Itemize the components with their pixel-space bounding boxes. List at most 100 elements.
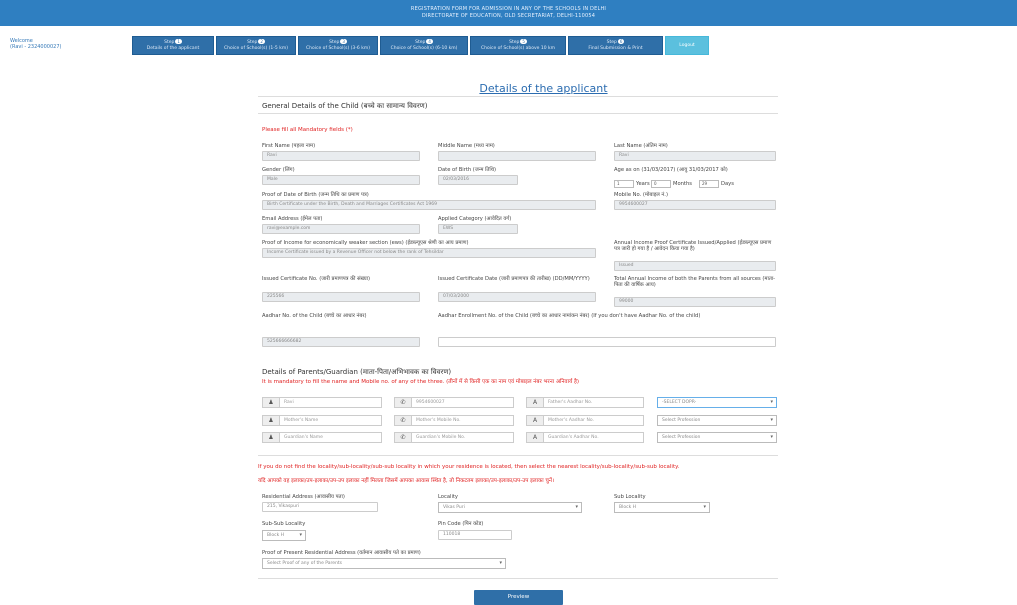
divider	[258, 96, 778, 97]
tab-step-6[interactable]: Step 6 Final Submission & Print	[568, 36, 663, 55]
mobile-field[interactable]: 9954600027	[614, 200, 776, 210]
guardian-mobile-input[interactable]: Guardian's Mobile No.	[412, 432, 514, 443]
pin-label: Pin Code (पिन कोड)	[438, 521, 484, 527]
step-label: Choice of School(s) (3-6 km)	[306, 46, 370, 51]
father-mobile-input[interactable]: 9954600027	[412, 397, 514, 408]
cert-date-label: Issued Certificate Date (जारी प्रमाणपत्र…	[438, 276, 590, 282]
header-subtitle: DIRECTORATE OF EDUCATION, OLD SECRETARIA…	[421, 13, 596, 19]
parents-note: It is mandatory to fill the name and Mob…	[262, 379, 580, 385]
step-label: Details of the applicant	[146, 46, 200, 51]
divider	[258, 578, 778, 579]
mother-aadhar-group: A Mother's Aadhar No.	[526, 415, 644, 426]
proof-address-select[interactable]: Select Proof of any of the Parents	[262, 558, 506, 569]
sub-sub-locality-label: Sub-Sub Locality	[262, 521, 306, 527]
category-field[interactable]: EWS	[438, 224, 518, 234]
father-aadhar-input[interactable]: Father's Aadhar No.	[544, 397, 644, 408]
mother-profession-select[interactable]: Select Profession	[657, 415, 777, 426]
father-profession-select[interactable]: -SELECT DOPR-	[657, 397, 777, 408]
pin-field[interactable]: 110018	[438, 530, 512, 540]
first-name-field[interactable]: Ravi	[262, 151, 420, 161]
cert-no-label: Issued Certificate No. (जारी प्रमाणपत्र …	[262, 276, 371, 282]
aadhar-icon: A	[526, 432, 544, 443]
tab-step-2[interactable]: Step 2 Choice of School(s) (1-5 km)	[216, 36, 296, 55]
tab-step-4[interactable]: Step 4 Choice of School(s) (6-10 km)	[380, 36, 468, 55]
aadhar-enroll-field[interactable]	[438, 337, 776, 347]
welcome-user: (Ravi - 2324000027)	[10, 44, 62, 50]
proof-dob-field[interactable]: Birth Certificate under the Birth, Death…	[262, 200, 596, 210]
step-label: Final Submission & Print	[588, 46, 643, 51]
general-heading: General Details of the Child (बच्चे का स…	[262, 102, 428, 110]
mother-name-group: ♟ Mother's Name	[262, 415, 382, 426]
preview-button[interactable]: Preview	[474, 590, 563, 605]
email-label: Email Address (ईमेल पता)	[262, 216, 323, 222]
locality-select[interactable]: Vikas Puri	[438, 502, 582, 513]
dob-label: Date of Birth (जन्म तिथि)	[438, 167, 497, 173]
step-badge: 5	[520, 39, 527, 44]
proof-income-label: Proof of Income for economically weaker …	[262, 240, 469, 246]
mother-mobile-input[interactable]: Mother's Mobile No.	[412, 415, 514, 426]
last-name-field[interactable]: Ravi	[614, 151, 776, 161]
guardian-aadhar-group: A Guardian's Aadhar No.	[526, 432, 644, 443]
step-label: Choice of School(s) (1-5 km)	[224, 46, 288, 51]
step-word: Step	[329, 40, 340, 45]
sub-locality-select[interactable]: Block H	[614, 502, 710, 513]
locality-note-en: If you do not find the locality/sub-loca…	[258, 464, 680, 470]
tab-step-1[interactable]: Step 1 Details of the applicant	[132, 36, 214, 55]
proof-dob-label: Proof of Date of Birth (जन्म तिथि का प्र…	[262, 192, 369, 198]
age-months-field: 0	[651, 180, 671, 188]
father-mobile-group: ✆ 9954600027	[394, 397, 514, 408]
logout-button[interactable]: Logout	[665, 36, 709, 55]
guardian-aadhar-input[interactable]: Guardian's Aadhar No.	[544, 432, 644, 443]
site-header: REGISTRATION FORM FOR ADMISSION IN ANY O…	[0, 0, 1017, 26]
sub-sub-locality-select[interactable]: Block H	[262, 530, 306, 541]
step-badge: 6	[617, 39, 625, 44]
annual-proof-field[interactable]: Issued	[614, 261, 776, 271]
guardian-mobile-group: ✆ Guardian's Mobile No.	[394, 432, 514, 443]
middle-name-field[interactable]	[438, 151, 596, 161]
tab-step-5[interactable]: Step 5 Choice of School(s) above 10 km	[470, 36, 566, 55]
welcome-block: Welcome (Ravi - 2324000027)	[10, 38, 61, 50]
step-label: Choice of School(s) (6-10 km)	[390, 46, 458, 51]
guardian-profession-select[interactable]: Select Profession	[657, 432, 777, 443]
cert-no-field[interactable]: 225566	[262, 292, 420, 302]
aadhar-icon: A	[526, 415, 544, 426]
step-word: Step	[509, 40, 520, 45]
age-label: Age as on (31/03/2017) (आयु 31/03/2017 क…	[614, 167, 728, 173]
locality-note-hi: यदि आपको वह इलाका/उप-इलाका/उप-उप इलाका न…	[258, 478, 555, 484]
mobile-label: Mobile No. (मोबाइल नं.)	[614, 192, 668, 198]
step-word: Step	[247, 40, 258, 45]
dob-field[interactable]: 02/03/2016	[438, 175, 518, 185]
proof-income-field[interactable]: Income Certificate issued by a Revenue O…	[262, 248, 596, 258]
total-income-field[interactable]: 99000	[614, 297, 776, 307]
mother-name-input[interactable]: Mother's Name	[280, 415, 382, 426]
step-badge: 3	[340, 39, 347, 44]
mandatory-note: Please fill all Mandatory fields (*)	[262, 127, 353, 133]
step-badge: 4	[426, 39, 433, 44]
guardian-name-input[interactable]: Guardian's Name	[280, 432, 382, 443]
mother-mobile-group: ✆ Mother's Mobile No.	[394, 415, 514, 426]
tab-step-3[interactable]: Step 3 Choice of School(s) (3-6 km)	[298, 36, 378, 55]
cert-date-field[interactable]: 07/03/2000	[438, 292, 596, 302]
father-name-input[interactable]: Ravi	[280, 397, 382, 408]
step-word: Step	[164, 40, 175, 45]
age-months-unit: Months	[673, 181, 692, 187]
sub-locality-label: Sub Locality	[614, 494, 646, 500]
step-tabs: Step 1 Details of the applicant Step 2 Cho…	[132, 36, 711, 56]
user-icon: ♟	[262, 415, 280, 426]
age-years-unit: Years	[636, 181, 650, 187]
step-word: Step	[415, 40, 426, 45]
email-field[interactable]: ravi@example.com	[262, 224, 420, 234]
page-title-wrap: Details of the applicant	[0, 77, 1017, 96]
phone-icon: ✆	[394, 432, 412, 443]
gender-field[interactable]: Male	[262, 175, 420, 185]
mother-aadhar-input[interactable]: Mother's Aadhar No.	[544, 415, 644, 426]
first-name-label: First Name (पहला नाम)	[262, 143, 316, 149]
guardian-name-group: ♟ Guardian's Name	[262, 432, 382, 443]
user-icon: ♟	[262, 432, 280, 443]
aadhar-icon: A	[526, 397, 544, 408]
aadhar-field[interactable]: 525666666682	[262, 337, 420, 347]
father-name-group: ♟ Ravi	[262, 397, 382, 408]
page-title: Details of the applicant	[479, 82, 608, 95]
residential-field[interactable]: 215, Vikaspuri	[262, 502, 378, 512]
gender-label: Gender (लिंग)	[262, 167, 295, 173]
